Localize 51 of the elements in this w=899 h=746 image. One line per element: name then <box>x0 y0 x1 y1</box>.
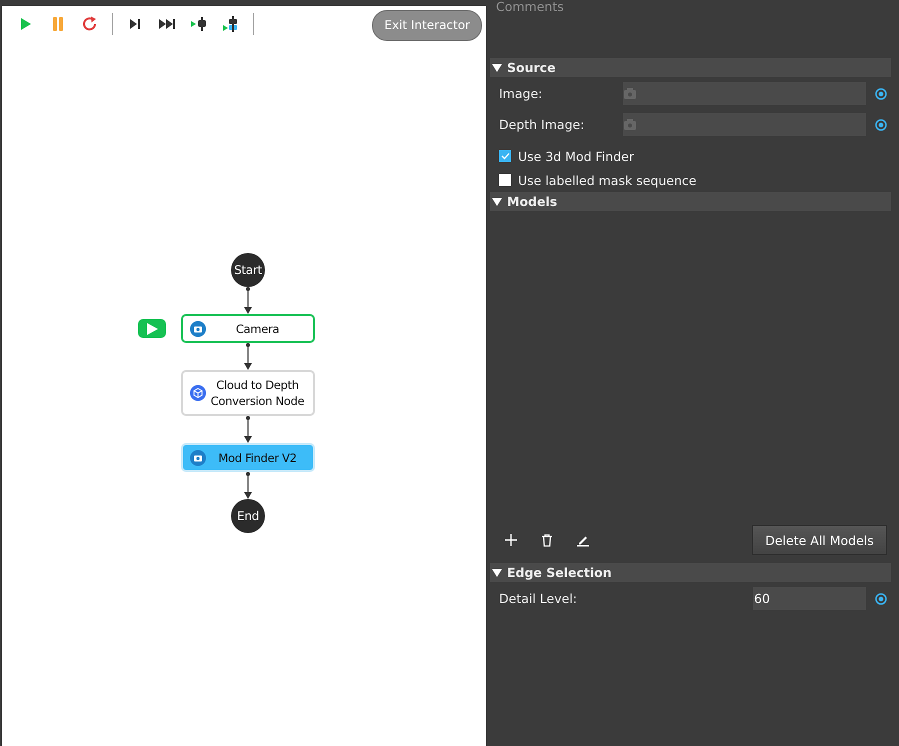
node-label: Camera <box>234 320 280 336</box>
camera-icon <box>624 119 636 130</box>
fast-forward-icon <box>159 16 175 32</box>
run-to-selected-icon <box>223 16 239 32</box>
pencil-icon <box>577 534 589 546</box>
field-label: Depth Image: <box>499 117 586 132</box>
step-icon <box>127 16 143 32</box>
image-input-field[interactable] <box>623 82 866 105</box>
target-icon[interactable] <box>875 592 887 604</box>
section-header[interactable]: Models <box>490 192 891 211</box>
cube-icon <box>190 385 206 401</box>
connector-arrow <box>244 343 252 370</box>
reload-icon <box>82 16 98 32</box>
camera-icon <box>190 450 206 466</box>
field-label: Detail Level: <box>499 591 578 606</box>
terminal-node[interactable]: End <box>231 499 265 533</box>
node-label: Mod Finder V2 <box>217 450 298 466</box>
collapse-triangle-icon <box>492 196 502 206</box>
flow-node[interactable]: Mod Finder V2 <box>181 443 315 472</box>
flow-node[interactable]: Camera <box>181 314 315 343</box>
flow-node[interactable]: Cloud to Depth Conversion Node <box>181 370 315 416</box>
image-input-field[interactable] <box>623 113 866 136</box>
target-icon[interactable] <box>875 118 887 130</box>
delete-all-button[interactable]: Delete All Models <box>752 525 887 555</box>
checkbox[interactable] <box>499 174 511 186</box>
section-title: Edge Selection <box>507 565 612 580</box>
section-title: Source <box>507 60 556 75</box>
field-label: Image: <box>499 86 544 101</box>
play-icon <box>146 322 158 334</box>
run-to-node-icon <box>191 16 207 32</box>
checkbox-label: Use 3d Mod Finder <box>518 148 634 164</box>
collapse-triangle-icon <box>492 62 502 72</box>
connector-arrow <box>244 472 252 499</box>
collapse-triangle-icon <box>492 568 502 578</box>
terminal-node[interactable]: Start <box>231 253 265 287</box>
checkbox-label: Use labelled mask sequence <box>518 172 696 188</box>
camera-icon <box>190 320 206 336</box>
node-label: Cloud to Depth Conversion Node <box>210 377 306 409</box>
checkbox[interactable] <box>499 150 511 162</box>
section-header[interactable]: Source <box>490 58 891 77</box>
section-title: Models <box>507 194 558 209</box>
connector-arrow <box>244 416 252 443</box>
connector-arrow <box>244 287 252 314</box>
input-field[interactable]: 60 <box>753 587 866 610</box>
camera-icon <box>624 88 636 99</box>
trash-icon <box>541 534 553 546</box>
comments-label: Comments <box>496 0 565 14</box>
section-header[interactable]: Edge Selection <box>490 563 891 582</box>
pause-icon <box>50 16 66 32</box>
target-icon[interactable] <box>875 88 887 100</box>
plus-icon <box>505 534 517 546</box>
